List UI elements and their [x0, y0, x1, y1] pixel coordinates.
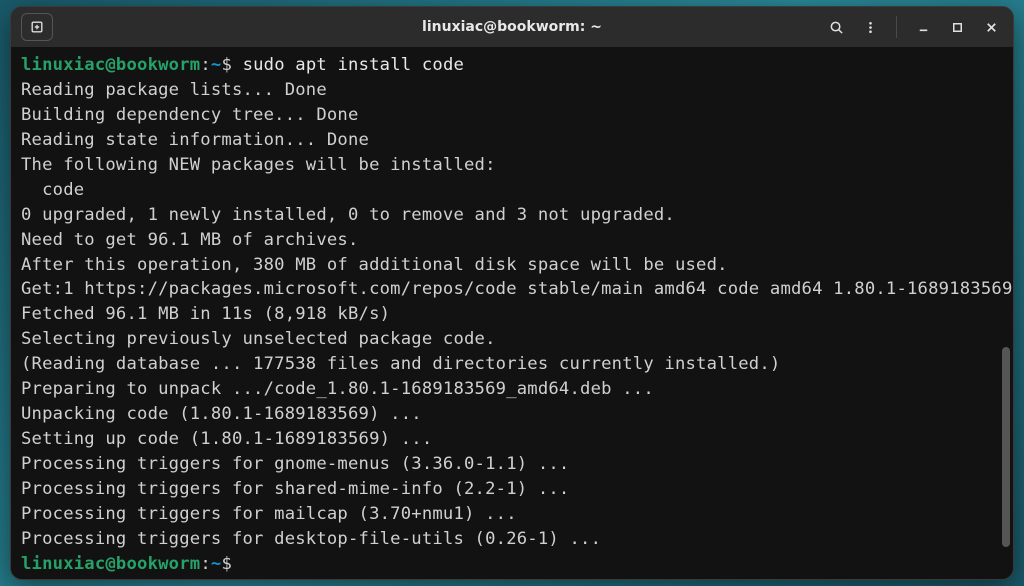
titlebar: linuxiac@bookworm: ~: [11, 7, 1013, 47]
output-line: The following NEW packages will be insta…: [21, 155, 496, 175]
output-line: Processing triggers for gnome-menus (3.3…: [21, 454, 569, 474]
output-line: Reading state information... Done: [21, 130, 369, 150]
maximize-button[interactable]: [941, 13, 973, 41]
cursor-area[interactable]: [232, 554, 243, 574]
prompt-colon: :: [200, 554, 211, 574]
scrollbar-thumb[interactable]: [1002, 347, 1010, 547]
output-line: After this operation, 380 MB of addition…: [21, 255, 728, 275]
prompt-colon: :: [200, 55, 211, 75]
output-line: Processing triggers for desktop-file-uti…: [21, 529, 601, 549]
output-line: 0 upgraded, 1 newly installed, 0 to remo…: [21, 205, 675, 225]
prompt-user-host: linuxiac@bookworm: [21, 554, 200, 574]
output-line: Need to get 96.1 MB of archives.: [21, 230, 359, 250]
output-line: Unpacking code (1.80.1-1689183569) ...: [21, 404, 422, 424]
output-line: Selecting previously unselected package …: [21, 329, 496, 349]
minimize-button[interactable]: [907, 13, 939, 41]
output-line: Processing triggers for mailcap (3.70+nm…: [21, 504, 517, 524]
output-line: Processing triggers for shared-mime-info…: [21, 479, 569, 499]
new-tab-button[interactable]: [21, 13, 53, 41]
titlebar-right: [807, 13, 1007, 41]
prompt-user-host: linuxiac@bookworm: [21, 55, 200, 75]
prompt-path: ~: [211, 554, 222, 574]
prompt-symbol: $: [221, 55, 232, 75]
output-line: Fetched 96.1 MB in 11s (8,918 kB/s): [21, 304, 390, 324]
output-line: Preparing to unpack .../code_1.80.1-1689…: [21, 379, 654, 399]
titlebar-separator: [896, 16, 897, 38]
output-line: Building dependency tree... Done: [21, 105, 359, 125]
command-text: sudo apt install code: [232, 55, 464, 75]
titlebar-left: [17, 13, 217, 41]
menu-button[interactable]: [854, 13, 886, 41]
output-line: Get:1 https://packages.microsoft.com/rep…: [21, 279, 1013, 299]
prompt-path: ~: [211, 55, 222, 75]
window-title: linuxiac@bookworm: ~: [217, 19, 807, 35]
output-line: Reading package lists... Done: [21, 80, 327, 100]
search-button[interactable]: [820, 13, 852, 41]
output-line: (Reading database ... 177538 files and d…: [21, 354, 780, 374]
terminal-output-area[interactable]: linuxiac@bookworm:~$ sudo apt install co…: [11, 47, 1013, 579]
output-line: Setting up code (1.80.1-1689183569) ...: [21, 429, 432, 449]
prompt-symbol: $: [221, 554, 232, 574]
terminal-window: linuxiac@bookworm: ~ l: [10, 6, 1014, 580]
output-line: code: [21, 180, 84, 200]
close-button[interactable]: [975, 13, 1007, 41]
